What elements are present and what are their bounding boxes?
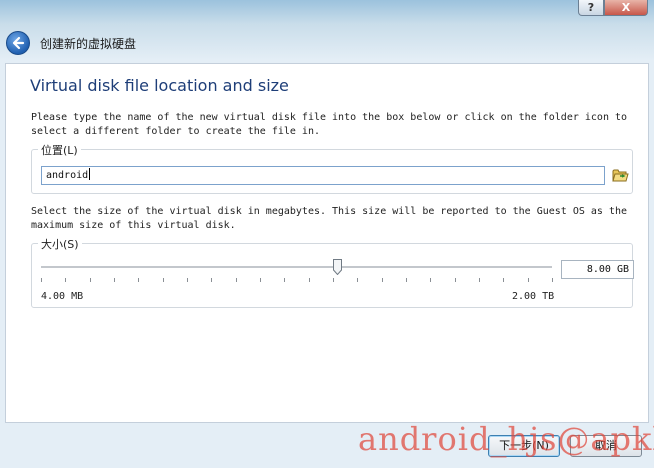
location-group-label: 位置(L) bbox=[38, 142, 81, 158]
slider-tick bbox=[406, 278, 407, 282]
text-caret bbox=[89, 168, 91, 180]
choose-folder-button[interactable] bbox=[612, 167, 629, 183]
folder-open-icon bbox=[612, 169, 629, 182]
size-input[interactable]: 8.00 GB bbox=[561, 260, 634, 279]
wizard-window: ? X 创建新的虚拟硬盘 Virtual disk file location … bbox=[0, 0, 654, 468]
help-icon: ? bbox=[587, 1, 595, 14]
slider-tick bbox=[382, 278, 383, 282]
close-icon: X bbox=[621, 1, 631, 14]
slider-tick bbox=[114, 278, 115, 282]
slider-tick bbox=[163, 278, 164, 282]
slider-tick bbox=[65, 278, 66, 282]
help-button[interactable]: ? bbox=[578, 0, 604, 16]
size-group: 大小(S) 4.00 MB 2.00 TB 8.00 GB bbox=[31, 236, 634, 308]
slider-tick bbox=[309, 278, 310, 282]
content-panel: Virtual disk file location and size Plea… bbox=[5, 63, 649, 423]
slider-tick bbox=[503, 278, 504, 282]
location-input[interactable]: android bbox=[41, 166, 605, 185]
back-arrow-icon bbox=[12, 36, 25, 50]
slider-tick bbox=[236, 278, 237, 282]
size-slider-thumb[interactable] bbox=[333, 259, 342, 276]
slider-thumb-icon bbox=[333, 259, 342, 276]
slider-tick bbox=[552, 278, 553, 282]
location-description: Please type the name of the new virtual … bbox=[31, 112, 628, 137]
close-button[interactable]: X bbox=[604, 0, 648, 16]
slider-tick bbox=[187, 278, 188, 282]
slider-tick bbox=[333, 278, 334, 282]
slider-tick bbox=[479, 278, 480, 282]
slider-tick bbox=[138, 278, 139, 282]
cancel-button[interactable]: 取消 bbox=[570, 435, 642, 457]
size-group-label: 大小(S) bbox=[38, 236, 82, 252]
slider-tick bbox=[41, 278, 42, 282]
slider-tick bbox=[430, 278, 431, 282]
slider-tick bbox=[528, 278, 529, 282]
wizard-footer: 下一步(N) 取消 bbox=[0, 423, 654, 468]
slider-tick bbox=[455, 278, 456, 282]
back-button[interactable] bbox=[6, 31, 30, 55]
next-button[interactable]: 下一步(N) bbox=[488, 435, 560, 457]
size-max-label: 2.00 TB bbox=[512, 291, 555, 302]
slider-tick bbox=[90, 278, 91, 282]
slider-tick bbox=[211, 278, 212, 282]
location-input-value: android bbox=[46, 170, 89, 181]
slider-tick bbox=[357, 278, 358, 282]
location-group: 位置(L) android bbox=[31, 142, 633, 194]
size-description: Select the size of the virtual disk in m… bbox=[31, 206, 628, 231]
slider-tick bbox=[260, 278, 261, 282]
page-heading: Virtual disk file location and size bbox=[30, 76, 289, 95]
slider-tick bbox=[284, 278, 285, 282]
wizard-title: 创建新的虚拟硬盘 bbox=[40, 37, 137, 51]
size-slider-track[interactable] bbox=[41, 266, 552, 269]
size-min-label: 4.00 MB bbox=[41, 291, 84, 302]
